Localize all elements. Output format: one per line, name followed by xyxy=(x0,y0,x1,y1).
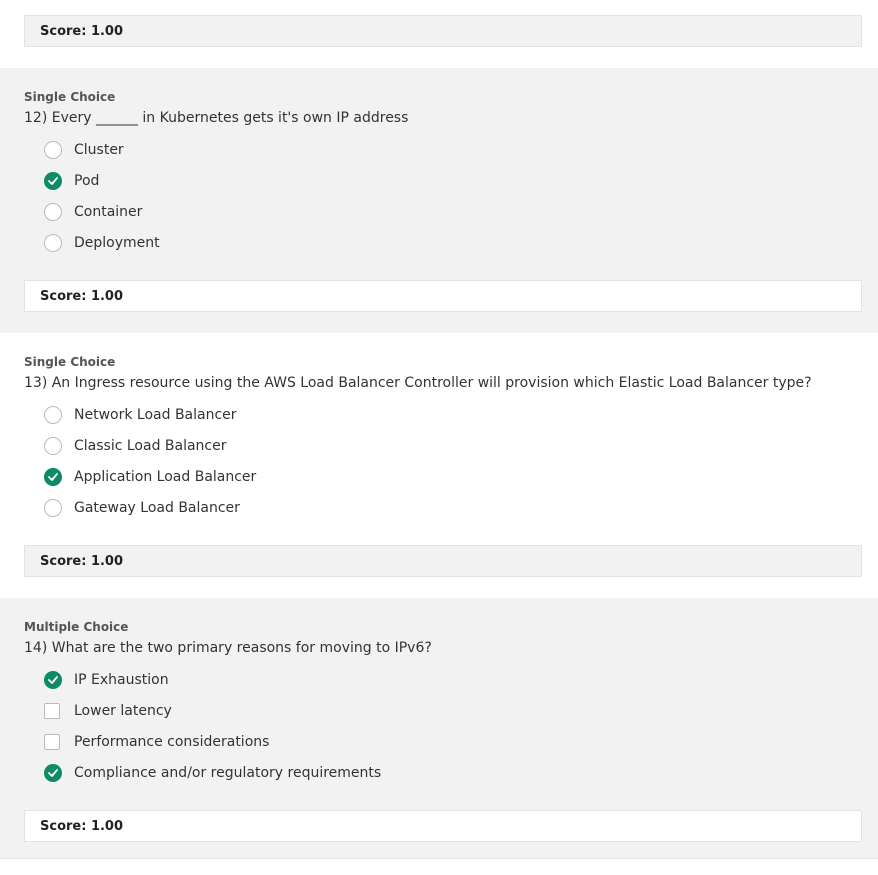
option-network-lb[interactable]: Network Load Balancer xyxy=(44,405,237,425)
score-box: Score: 1.00 xyxy=(24,15,862,47)
option-deployment[interactable]: Deployment xyxy=(44,233,160,253)
question-card-14: Multiple Choice 14) What are the two pri… xyxy=(0,598,878,858)
question-card-13: Single Choice 13) An Ingress resource us… xyxy=(0,333,878,598)
option-label: Gateway Load Balancer xyxy=(74,500,240,516)
option-classic-lb[interactable]: Classic Load Balancer xyxy=(44,436,227,456)
score-box: Score: 1.00 xyxy=(24,810,862,842)
option-label: Network Load Balancer xyxy=(74,407,237,423)
radio-icon[interactable] xyxy=(44,437,62,455)
option-compliance[interactable]: Compliance and/or regulatory requirement… xyxy=(44,763,381,783)
score-label: Score: 1.00 xyxy=(40,818,124,834)
question-type: Single Choice xyxy=(24,90,116,104)
option-label: Application Load Balancer xyxy=(74,469,257,485)
check-circle-icon[interactable] xyxy=(44,764,62,782)
option-container[interactable]: Container xyxy=(44,202,142,222)
option-label: Lower latency xyxy=(74,703,172,719)
option-performance[interactable]: Performance considerations xyxy=(44,732,269,752)
question-text: 12) Every ______ in Kubernetes gets it's… xyxy=(24,110,409,126)
question-text: 13) An Ingress resource using the AWS Lo… xyxy=(24,375,812,391)
option-label: Compliance and/or regulatory requirement… xyxy=(74,765,382,781)
checkbox-icon[interactable] xyxy=(44,734,60,750)
score-box: Score: 1.00 xyxy=(24,545,862,577)
option-label: Cluster xyxy=(74,142,124,158)
check-circle-icon[interactable] xyxy=(44,671,62,689)
next-card-edge xyxy=(0,858,878,875)
prev-question-footer: Score: 1.00 xyxy=(0,0,878,68)
option-cluster[interactable]: Cluster xyxy=(44,140,124,160)
option-ip-exhaustion[interactable]: IP Exhaustion xyxy=(44,670,169,690)
score-label: Score: 1.00 xyxy=(40,23,124,39)
option-gateway-lb[interactable]: Gateway Load Balancer xyxy=(44,498,240,518)
check-circle-icon[interactable] xyxy=(44,468,62,486)
question-card-12: Single Choice 12) Every ______ in Kubern… xyxy=(0,68,878,333)
radio-icon[interactable] xyxy=(44,234,62,252)
question-text: 14) What are the two primary reasons for… xyxy=(24,640,432,656)
score-label: Score: 1.00 xyxy=(40,288,124,304)
option-label: Performance considerations xyxy=(74,734,270,750)
option-label: IP Exhaustion xyxy=(74,672,169,688)
radio-icon[interactable] xyxy=(44,499,62,517)
radio-icon[interactable] xyxy=(44,203,62,221)
option-label: Classic Load Balancer xyxy=(74,438,227,454)
option-pod[interactable]: Pod xyxy=(44,171,99,191)
checkbox-icon[interactable] xyxy=(44,703,60,719)
radio-icon[interactable] xyxy=(44,406,62,424)
radio-icon[interactable] xyxy=(44,141,62,159)
option-label: Container xyxy=(74,204,143,220)
question-type: Single Choice xyxy=(24,355,116,369)
score-box: Score: 1.00 xyxy=(24,280,862,312)
option-application-lb[interactable]: Application Load Balancer xyxy=(44,467,256,487)
score-label: Score: 1.00 xyxy=(40,553,124,569)
question-type: Multiple Choice xyxy=(24,620,129,634)
option-label: Deployment xyxy=(74,235,160,251)
option-label: Pod xyxy=(74,173,100,189)
check-circle-icon[interactable] xyxy=(44,172,62,190)
option-lower-latency[interactable]: Lower latency xyxy=(44,701,172,721)
